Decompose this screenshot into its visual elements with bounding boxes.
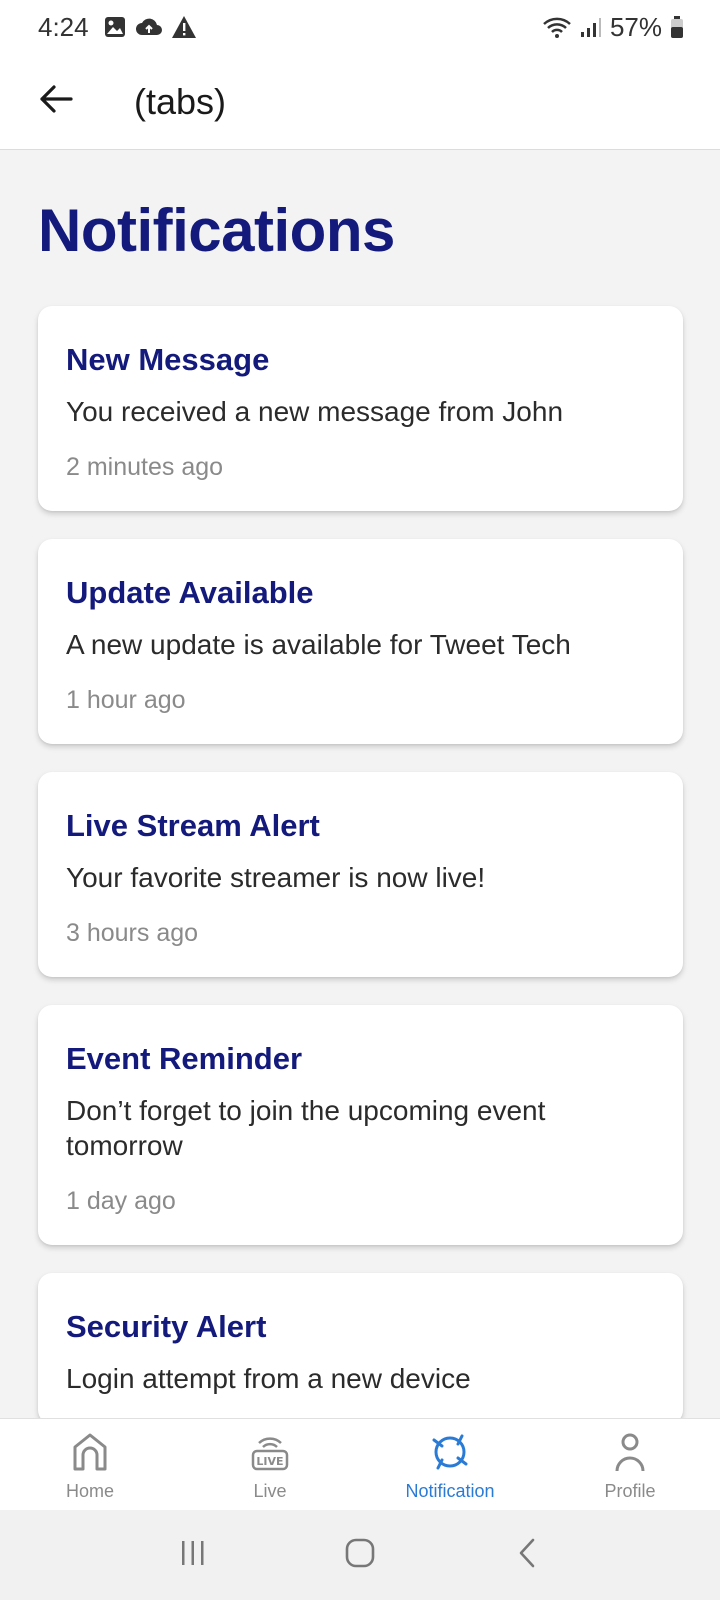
notification-body: A new update is available for Tweet Tech <box>66 629 571 660</box>
system-back-icon[interactable] <box>511 1537 543 1574</box>
tab-live[interactable]: LIVE Live <box>180 1419 360 1510</box>
page-title: Notifications <box>38 197 395 264</box>
notification-title: New Message <box>66 342 270 377</box>
notification-body: You received a new message from John <box>66 396 564 427</box>
tab-profile[interactable]: Profile <box>540 1419 720 1510</box>
live-icon: LIVE <box>246 1429 294 1475</box>
notification-title: Live Stream Alert <box>66 808 320 843</box>
battery-percentage: 57% <box>609 11 662 42</box>
notification-card[interactable]: Update Available A new update is availab… <box>38 539 683 744</box>
notification-title: Update Available <box>66 575 314 610</box>
system-nav-bar <box>0 1510 720 1600</box>
notification-card[interactable]: Event Reminder Don’t forget to join the … <box>38 1005 683 1245</box>
home-icon <box>66 1429 114 1475</box>
status-bar: 4:24 57% <box>0 0 720 54</box>
app-bar: (tabs) <box>0 54 720 150</box>
recents-icon[interactable] <box>177 1537 209 1574</box>
status-right: 57% <box>542 12 684 43</box>
home-button-icon[interactable] <box>343 1536 377 1575</box>
warning-icon <box>171 15 197 39</box>
notification-time: 1 hour ago <box>66 686 186 714</box>
wifi-icon <box>542 15 572 39</box>
notification-icon <box>426 1429 474 1475</box>
notification-time: 2 minutes ago <box>66 453 224 481</box>
battery-icon <box>670 15 684 39</box>
tab-profile-label: Profile <box>604 1481 656 1501</box>
notification-body: Your favorite streamer is now live! <box>66 862 486 893</box>
tab-notification[interactable]: Notification <box>360 1419 540 1510</box>
tab-notification-label: Notification <box>405 1481 495 1501</box>
tab-home[interactable]: Home <box>0 1419 180 1510</box>
notification-title: Event Reminder <box>66 1041 303 1076</box>
status-time: 4:24 <box>38 11 89 42</box>
notification-card[interactable]: Security Alert Login attempt from a new … <box>38 1273 683 1424</box>
back-button[interactable] <box>26 72 86 132</box>
notification-card[interactable]: New Message You received a new message f… <box>38 306 683 511</box>
cloud-icon <box>135 15 163 39</box>
notification-time: 1 day ago <box>66 1187 176 1215</box>
image-icon <box>103 15 127 39</box>
status-left: 4:24 <box>38 12 197 43</box>
tab-home-label: Home <box>65 1481 114 1501</box>
tab-live-label: Live <box>253 1481 287 1501</box>
notification-body: Login attempt from a new device <box>66 1363 471 1394</box>
notification-time: 3 hours ago <box>66 919 199 947</box>
app-bar-title: (tabs) <box>134 80 227 122</box>
notification-card[interactable]: Live Stream Alert Your favorite streamer… <box>38 772 683 977</box>
bottom-nav: Home LIVE Live Notification Profile <box>0 1418 720 1510</box>
notification-list: New Message You received a new message f… <box>38 306 683 1452</box>
profile-icon <box>606 1429 654 1475</box>
svg-text:LIVE: LIVE <box>256 1455 283 1468</box>
notification-body: Don’t forget to join the upcoming event … <box>66 1095 546 1161</box>
signal-icon <box>580 15 602 39</box>
notification-title: Security Alert <box>66 1309 267 1344</box>
back-arrow-icon <box>39 84 73 119</box>
